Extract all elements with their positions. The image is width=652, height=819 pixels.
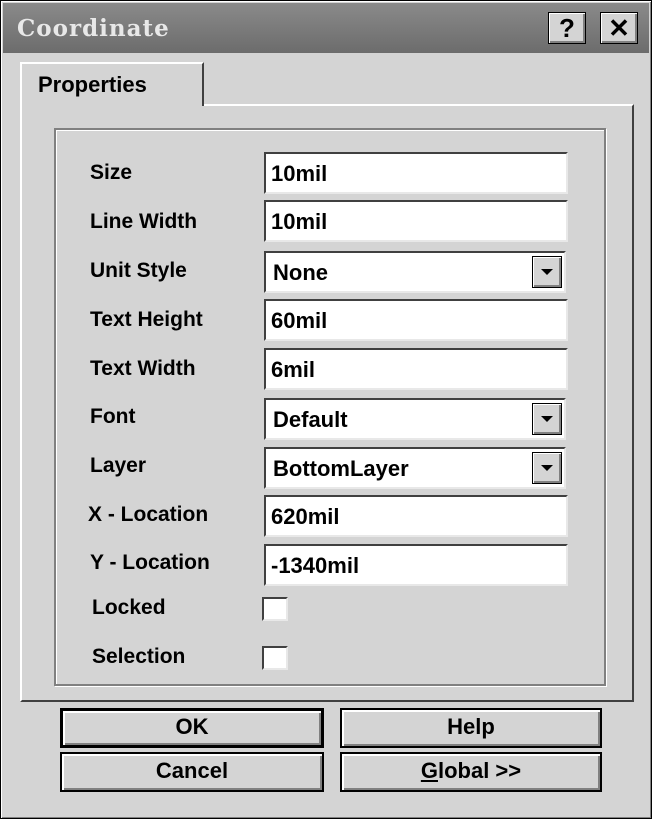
unit-style-select[interactable]: None xyxy=(264,251,566,293)
help-button[interactable]: Help xyxy=(340,708,602,748)
size-input[interactable]: 10mil xyxy=(264,152,568,194)
selection-label: Selection xyxy=(92,645,186,668)
tab-properties[interactable]: Properties xyxy=(20,62,204,106)
layer-value: BottomLayer xyxy=(273,456,409,481)
global-mnemonic: G xyxy=(420,758,438,783)
chevron-down-icon[interactable] xyxy=(532,452,562,484)
text-height-input[interactable]: 60mil xyxy=(264,299,568,341)
window-title: Coordinate xyxy=(17,15,170,42)
line-width-label: Line Width xyxy=(90,210,198,233)
chevron-down-icon[interactable] xyxy=(532,403,562,435)
x-location-input[interactable]: 620mil xyxy=(264,495,568,537)
layer-select[interactable]: BottomLayer xyxy=(264,447,566,489)
x-location-label: X - Location xyxy=(88,503,209,526)
tab-properties-label: Properties xyxy=(38,72,147,97)
ok-button[interactable]: OK xyxy=(60,708,324,748)
text-width-input[interactable]: 6mil xyxy=(264,348,568,390)
font-label: Font xyxy=(90,405,136,428)
locked-label: Locked xyxy=(92,596,166,619)
unit-style-label: Unit Style xyxy=(90,259,187,282)
text-width-label: Text Width xyxy=(90,357,196,380)
unit-style-value: None xyxy=(273,260,328,285)
y-location-label: Y - Location xyxy=(90,551,210,574)
close-icon: ✕ xyxy=(608,12,630,43)
font-value: Default xyxy=(273,407,348,432)
layer-label: Layer xyxy=(90,454,147,477)
question-mark-icon: ? xyxy=(559,12,575,43)
chevron-down-icon[interactable] xyxy=(532,256,562,288)
title-bar[interactable]: Coordinate ? ✕ xyxy=(3,3,649,53)
text-height-label: Text Height xyxy=(90,308,203,331)
selection-checkbox[interactable] xyxy=(262,646,288,670)
font-select[interactable]: Default xyxy=(264,398,566,440)
y-location-input[interactable]: -1340mil xyxy=(264,544,568,586)
line-width-input[interactable]: 10mil xyxy=(264,200,568,242)
cancel-button[interactable]: Cancel xyxy=(60,752,324,792)
locked-checkbox[interactable] xyxy=(262,597,288,621)
size-label: Size xyxy=(90,161,133,184)
help-title-button[interactable]: ? xyxy=(548,12,586,44)
close-button[interactable]: ✕ xyxy=(600,12,638,44)
global-label: lobal >> xyxy=(437,758,522,783)
global-button[interactable]: Global >> xyxy=(340,752,602,792)
